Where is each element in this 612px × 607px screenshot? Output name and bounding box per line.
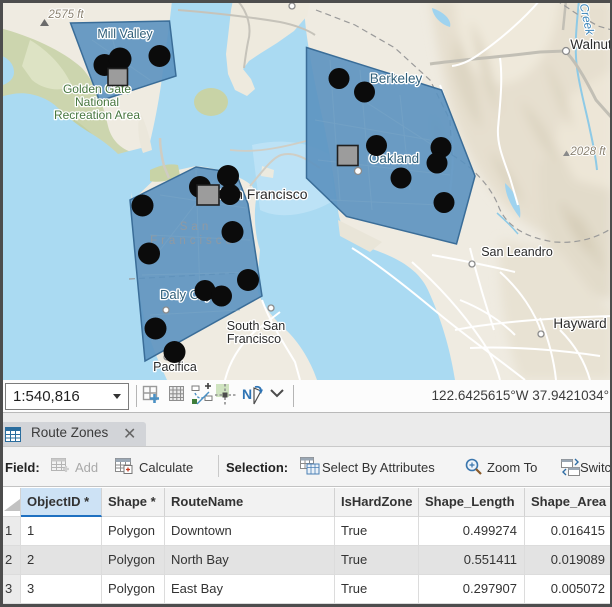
svg-text:2028 ft: 2028 ft	[569, 146, 606, 158]
svg-text:San: San	[180, 221, 212, 233]
svg-text:South San: South San	[227, 319, 285, 333]
svg-text:Berkeley: Berkeley	[370, 71, 423, 86]
svg-text:Mill Valley: Mill Valley	[97, 27, 153, 41]
svg-text:N: N	[242, 386, 252, 402]
svg-text:National: National	[75, 95, 119, 109]
svg-text:Hayward: Hayward	[553, 316, 606, 331]
svg-text:2575 ft: 2575 ft	[47, 9, 84, 21]
svg-text:Recreation Area: Recreation Area	[54, 108, 140, 122]
svg-text:Walnut: Walnut	[570, 37, 612, 52]
svg-text:Francisco: Francisco	[227, 332, 281, 346]
svg-text:San Leandro: San Leandro	[481, 245, 553, 259]
